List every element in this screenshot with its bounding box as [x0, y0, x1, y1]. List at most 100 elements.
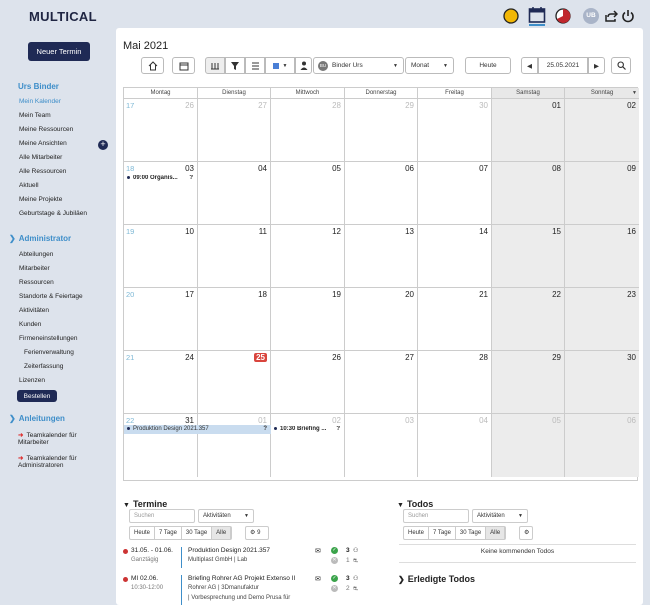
sidebar-item-my-views[interactable]: Meine Ansichten	[19, 140, 67, 147]
admin-section-header[interactable]: ❯ Administrator	[9, 234, 71, 243]
day-cell[interactable]: 05	[271, 162, 345, 225]
filter-all[interactable]: Alle	[486, 527, 506, 539]
sidebar-item-birthdays[interactable]: Geburtstage & Jubiläen	[19, 210, 87, 217]
day-cell[interactable]: 30	[565, 351, 639, 414]
sidebar-item-all-resources[interactable]: Alle Ressourcen	[19, 168, 66, 175]
day-cell[interactable]: 19	[271, 288, 345, 351]
calendar-event[interactable]: 10:30 Briefing ...?	[274, 426, 342, 432]
appointments-header[interactable]: ▼ Termine	[123, 499, 167, 509]
sidebar-item-my-team[interactable]: Mein Team	[19, 112, 51, 119]
grid-view-button[interactable]	[205, 57, 225, 74]
home-button[interactable]	[141, 57, 164, 74]
appointments-activity-select[interactable]: Aktivitäten ▼	[198, 509, 254, 523]
add-calendar-button[interactable]	[172, 57, 195, 74]
day-cell[interactable]: 05	[492, 414, 565, 477]
day-cell[interactable]: 09	[565, 162, 639, 225]
todos-activity-select[interactable]: Aktivitäten ▼	[472, 509, 528, 523]
day-cell[interactable]: 19 10	[124, 225, 198, 288]
date-field[interactable]: 25.05.2021	[538, 57, 588, 74]
filter-30-days[interactable]: 30 Tage	[456, 527, 487, 539]
power-icon[interactable]	[621, 9, 635, 23]
appointment-item[interactable]: 31.05. - 01.06. Ganztägig Produktion Des…	[123, 547, 363, 573]
day-cell[interactable]: 29	[345, 99, 418, 162]
filter-button[interactable]	[225, 57, 245, 74]
sidebar-item-departments[interactable]: Abteilungen	[19, 251, 53, 258]
day-cell[interactable]: 12	[271, 225, 345, 288]
appointments-search-input[interactable]: Suchen	[129, 509, 195, 523]
todos-settings-button[interactable]: ⚙	[519, 526, 533, 540]
sidebar-item-employees[interactable]: Mitarbeiter	[19, 265, 50, 272]
day-cell[interactable]: 18 03 09:00 Organis...?	[124, 162, 198, 225]
day-cell[interactable]: 02	[565, 99, 639, 162]
day-cell[interactable]: 06	[345, 162, 418, 225]
week-number[interactable]: 18	[126, 164, 134, 173]
sidebar-item-current[interactable]: Aktuell	[19, 182, 39, 189]
day-cell[interactable]: 14	[418, 225, 492, 288]
day-cell[interactable]: 22	[492, 288, 565, 351]
calendar-event[interactable]: 09:00 Organis...?	[127, 175, 195, 181]
day-cell[interactable]: 16	[565, 225, 639, 288]
todos-search-input[interactable]: Suchen	[403, 509, 469, 523]
today-button[interactable]: Heute	[465, 57, 511, 74]
day-cell[interactable]: 07	[418, 162, 492, 225]
day-cell[interactable]: 22 31 Produktion Design 2021.357?	[124, 414, 271, 477]
day-cell[interactable]: 01	[492, 99, 565, 162]
day-cell[interactable]: 21 24	[124, 351, 198, 414]
week-number[interactable]: 17	[126, 101, 134, 110]
filter-today[interactable]: Heute	[404, 527, 430, 539]
sidebar-item-vacation[interactable]: Ferienverwaltung	[24, 349, 74, 356]
sidebar-item-licenses[interactable]: Lizenzen	[19, 377, 45, 384]
chevron-down-icon[interactable]: ▼	[632, 88, 637, 99]
filter-7-days[interactable]: 7 Tage	[429, 527, 456, 539]
day-cell[interactable]: 20 17	[124, 288, 198, 351]
time-tracking-icon[interactable]	[555, 8, 571, 24]
completed-todos-header[interactable]: ❯ Erledigte Todos	[398, 574, 475, 584]
filter-30-days[interactable]: 30 Tage	[182, 527, 213, 539]
calendar-icon[interactable]	[528, 6, 546, 26]
day-cell[interactable]: 02 10:30 Briefing ...?	[271, 414, 345, 477]
day-cell[interactable]: 11	[198, 225, 271, 288]
day-cell[interactable]: 04	[418, 414, 492, 477]
guide-link-employees[interactable]: ➜ Teamkalender für Mitarbeiter	[18, 431, 98, 446]
view-select[interactable]: Monat ▼	[405, 57, 454, 74]
status-indicator-icon[interactable]	[503, 8, 519, 24]
day-cell[interactable]: 01	[198, 414, 271, 477]
mail-icon[interactable]: ✉	[315, 575, 321, 583]
day-cell[interactable]: 04	[198, 162, 271, 225]
sidebar-item-my-projects[interactable]: Meine Projekte	[19, 196, 62, 203]
prev-button[interactable]: ◀	[521, 57, 538, 74]
week-number[interactable]: 22	[126, 416, 134, 425]
new-appointment-button[interactable]: Neuer Termin	[28, 42, 90, 61]
day-cell[interactable]: 21	[418, 288, 492, 351]
sidebar-item-company-settings[interactable]: Firmeneinstellungen	[19, 335, 78, 342]
day-cell[interactable]: 26	[271, 351, 345, 414]
sidebar-item-locations[interactable]: Standorte & Feiertage	[19, 293, 83, 300]
avatar[interactable]: UB	[583, 8, 599, 24]
day-cell[interactable]: 13	[345, 225, 418, 288]
guide-link-admins[interactable]: ➜ Teamkalender für Administratoren	[18, 454, 98, 469]
sidebar-item-my-resources[interactable]: Meine Ressourcen	[19, 126, 73, 133]
day-cell[interactable]: 27	[345, 351, 418, 414]
filter-today[interactable]: Heute	[130, 527, 156, 539]
share-icon[interactable]	[604, 9, 619, 23]
day-cell[interactable]: 27	[198, 99, 271, 162]
appointments-count-badge[interactable]: ⚙ 9	[245, 526, 269, 540]
person-icon-button[interactable]	[295, 57, 312, 74]
search-button[interactable]	[611, 57, 631, 74]
day-cell[interactable]: 18	[198, 288, 271, 351]
sidebar-item-activities[interactable]: Aktivitäten	[19, 307, 49, 314]
sidebar-item-time-tracking[interactable]: Zeiterfassung	[24, 363, 63, 370]
multi-day-event[interactable]: Produktion Design 2021.357?	[124, 425, 271, 434]
color-select[interactable]: ▼	[265, 57, 295, 74]
next-button[interactable]: ▶	[588, 57, 605, 74]
week-number[interactable]: 20	[126, 290, 134, 299]
filter-7-days[interactable]: 7 Tage	[155, 527, 182, 539]
day-cell[interactable]: 29	[492, 351, 565, 414]
sidebar-item-all-employees[interactable]: Alle Mitarbeiter	[19, 154, 62, 161]
day-cell[interactable]: 15	[492, 225, 565, 288]
day-cell[interactable]: 08	[492, 162, 565, 225]
sidebar-item-resources[interactable]: Ressourcen	[19, 279, 54, 286]
add-view-icon[interactable]: +	[98, 140, 108, 150]
day-cell[interactable]: 30	[418, 99, 492, 162]
day-cell[interactable]: 20	[345, 288, 418, 351]
